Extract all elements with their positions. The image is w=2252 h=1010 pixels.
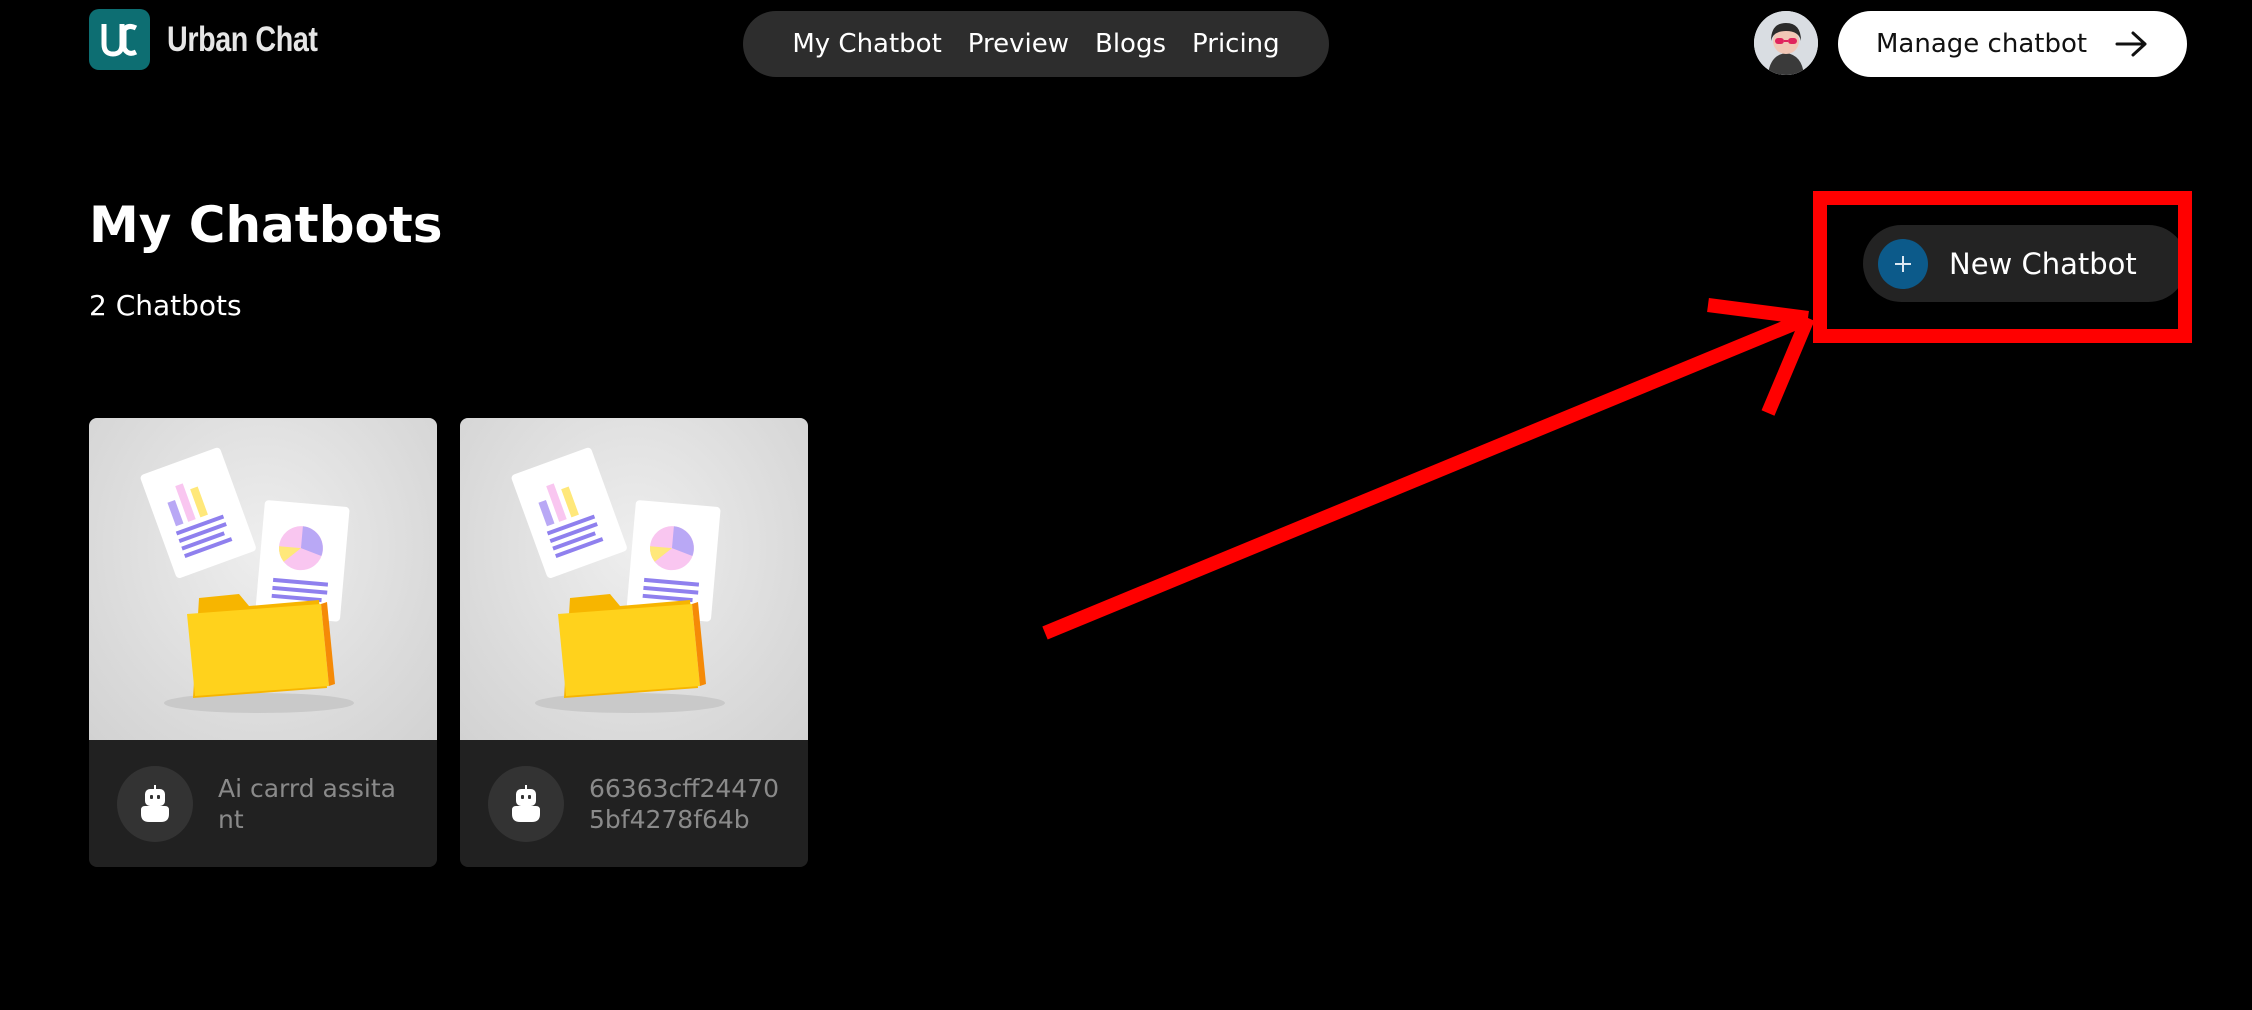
- nav-item-blogs[interactable]: Blogs: [1095, 29, 1166, 59]
- chatbot-name: Ai carrd assita nt: [218, 773, 396, 834]
- robot-icon: [488, 765, 564, 842]
- brand-logo[interactable]: Urban Chat: [89, 9, 351, 70]
- manage-chatbot-label: Manage chatbot: [1876, 29, 2088, 59]
- nav-item-my-chatbot[interactable]: My Chatbot: [792, 29, 941, 59]
- chatbot-name: 66363cff244705bf4278f64b: [589, 773, 780, 834]
- nav-item-pricing[interactable]: Pricing: [1192, 29, 1280, 59]
- plus-icon: [1878, 238, 1928, 289]
- arrow-right-icon: [2115, 30, 2149, 62]
- page-title: My Chatbots: [89, 196, 443, 254]
- brand-name: Urban Chat: [167, 19, 318, 59]
- manage-chatbot-button[interactable]: Manage chatbot: [1838, 11, 2187, 77]
- new-chatbot-button[interactable]: New Chatbot: [1863, 225, 2187, 302]
- main-nav: My Chatbot Preview Blogs Pricing: [743, 11, 1329, 77]
- new-chatbot-label: New Chatbot: [1949, 246, 2137, 281]
- nav-item-preview[interactable]: Preview: [968, 29, 1069, 59]
- documents-folder-illustration: [89, 418, 437, 740]
- chatbot-count: 2 Chatbots: [89, 289, 242, 322]
- documents-folder-illustration: [460, 418, 808, 740]
- chatbot-card[interactable]: 66363cff244705bf4278f64b: [460, 418, 808, 867]
- chatbot-card[interactable]: Ai carrd assita nt: [89, 418, 437, 867]
- robot-icon: [117, 765, 193, 842]
- card-footer: 66363cff244705bf4278f64b: [460, 740, 808, 867]
- card-footer: Ai carrd assita nt: [89, 740, 437, 867]
- urban-chat-logo-icon: [89, 9, 150, 70]
- user-avatar[interactable]: [1754, 11, 1818, 75]
